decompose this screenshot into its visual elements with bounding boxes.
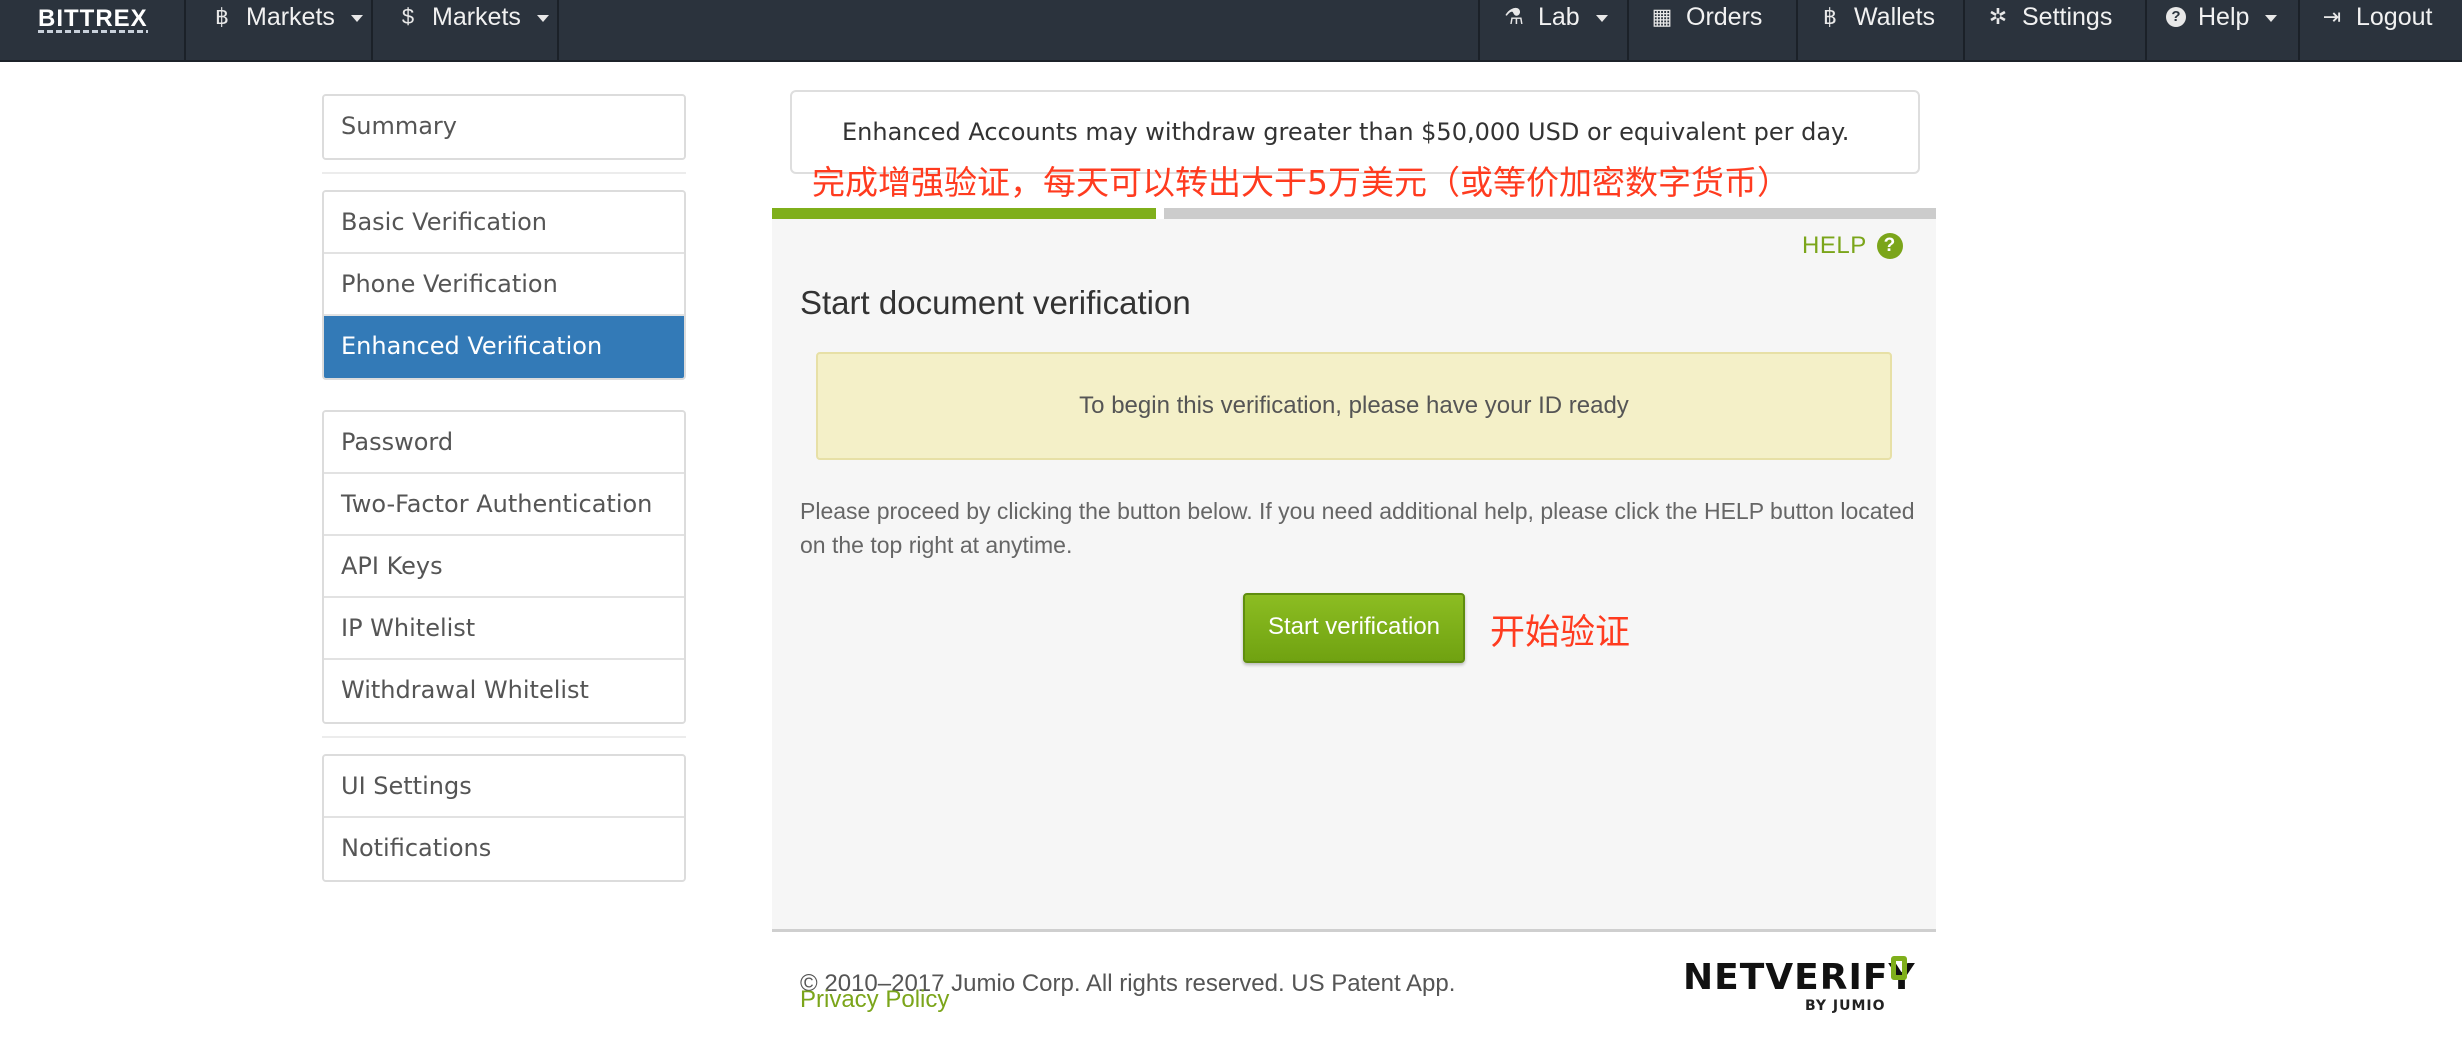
- nav-separator: [1796, 0, 1798, 60]
- logout-icon: ⇥: [2322, 4, 2342, 29]
- chevron-down-icon: [536, 14, 549, 22]
- nav-help-label: Help: [2198, 3, 2250, 31]
- notice-text: Enhanced Accounts may withdraw greater t…: [842, 118, 1850, 146]
- calendar-icon: ▦: [1651, 4, 1673, 29]
- netverify-logo-sub: BY JUMIO: [1805, 998, 1886, 1014]
- nav-logout-label: Logout: [2356, 3, 2433, 31]
- sidebar-divider: [322, 736, 686, 738]
- nav-settings-link[interactable]: ✲ Settings: [1986, 0, 2113, 34]
- sidebar-item-notifications[interactable]: Notifications: [324, 818, 684, 880]
- jumio-mark-icon: [1891, 956, 1907, 980]
- chevron-down-icon: [1595, 14, 1608, 22]
- dollar-icon: $: [401, 4, 415, 29]
- chevron-down-icon: [350, 14, 363, 22]
- sidebar-group-preferences: UI Settings Notifications: [322, 754, 686, 882]
- nav-separator: [371, 0, 373, 60]
- privacy-policy-link[interactable]: Privacy Policy: [800, 986, 949, 1014]
- top-navbar: BITTREX ฿ Markets $ Markets ⚗ Lab ▦ Orde…: [0, 0, 2462, 62]
- nav-separator: [1478, 0, 1480, 60]
- id-ready-text: To begin this verification, please have …: [1079, 392, 1629, 419]
- question-circle-icon: ?: [1876, 233, 1903, 259]
- chinese-annotation-withdraw-limit: 完成增强验证，每天可以转出大于5万美元（或等价加密数字货币）: [812, 163, 1790, 202]
- flask-icon: ⚗: [1504, 4, 1524, 29]
- sidebar-item-two-factor-authentication[interactable]: Two-Factor Authentication: [324, 474, 684, 536]
- sidebar-item-summary[interactable]: Summary: [324, 96, 684, 158]
- sidebar-item-password[interactable]: Password: [324, 412, 684, 474]
- nav-help-dropdown[interactable]: ? Help: [2166, 0, 2278, 34]
- nav-wallets-label: Wallets: [1854, 3, 1936, 31]
- sidebar-item-basic-verification[interactable]: Basic Verification: [324, 192, 684, 254]
- progress-bar-remaining: [1164, 208, 1936, 219]
- nav-markets-btc-dropdown[interactable]: ฿ Markets: [210, 0, 363, 34]
- logo-underline: [38, 30, 148, 33]
- nav-orders-label: Orders: [1686, 3, 1763, 31]
- bitcoin-icon: ฿: [215, 4, 229, 29]
- nav-separator: [2298, 0, 2300, 60]
- instructions-text: Please proceed by clicking the button be…: [800, 498, 1915, 558]
- panel-bottom-border: [772, 929, 1936, 932]
- progress-bar-complete: [772, 208, 1156, 219]
- nav-logout-link[interactable]: ⇥ Logout: [2320, 0, 2433, 34]
- chevron-down-icon: [2265, 14, 2278, 22]
- nav-separator: [1963, 0, 1965, 60]
- sidebar-item-api-keys[interactable]: API Keys: [324, 536, 684, 598]
- nav-lab-label: Lab: [1538, 3, 1580, 31]
- netverify-logo: NETVERIFY BY JUMIO: [1683, 956, 1916, 1016]
- question-circle-icon: ?: [2166, 7, 2186, 27]
- nav-lab-dropdown[interactable]: ⚗ Lab: [1502, 0, 1608, 34]
- nav-markets-usd-label: Markets: [432, 3, 521, 31]
- gear-icon: ✲: [1988, 4, 2008, 29]
- nav-orders-link[interactable]: ▦ Orders: [1650, 0, 1763, 34]
- sidebar-group-summary: Summary: [322, 94, 686, 160]
- netverify-logo-text: NETVERIFY: [1683, 957, 1916, 998]
- help-label: HELP: [1802, 232, 1867, 259]
- verification-panel: [772, 219, 1936, 931]
- panel-title: Start document verification: [800, 284, 1191, 321]
- help-link[interactable]: HELP ?: [1802, 232, 1903, 260]
- nav-separator: [184, 0, 186, 60]
- nav-settings-label: Settings: [2022, 3, 2113, 31]
- id-ready-notice: To begin this verification, please have …: [816, 352, 1892, 460]
- nav-markets-btc-label: Markets: [246, 3, 335, 31]
- nav-separator: [2145, 0, 2147, 60]
- sidebar-item-ui-settings[interactable]: UI Settings: [324, 756, 684, 818]
- nav-markets-usd-dropdown[interactable]: $ Markets: [396, 0, 549, 34]
- bitcoin-icon: ฿: [1823, 4, 1837, 29]
- sidebar-item-enhanced-verification[interactable]: Enhanced Verification: [324, 316, 684, 378]
- sidebar-group-security: Password Two-Factor Authentication API K…: [322, 410, 686, 724]
- sidebar-divider: [322, 172, 686, 174]
- sidebar-item-phone-verification[interactable]: Phone Verification: [324, 254, 684, 316]
- sidebar-group-verification: Basic Verification Phone Verification En…: [322, 190, 686, 380]
- nav-wallets-link[interactable]: ฿ Wallets: [1818, 0, 1935, 34]
- nav-separator: [557, 0, 559, 60]
- chinese-annotation-start: 开始验证: [1490, 613, 1631, 653]
- start-verification-button[interactable]: Start verification: [1243, 593, 1465, 663]
- sidebar-item-ip-whitelist[interactable]: IP Whitelist: [324, 598, 684, 660]
- sidebar-item-withdrawal-whitelist[interactable]: Withdrawal Whitelist: [324, 660, 684, 722]
- nav-separator: [1627, 0, 1629, 60]
